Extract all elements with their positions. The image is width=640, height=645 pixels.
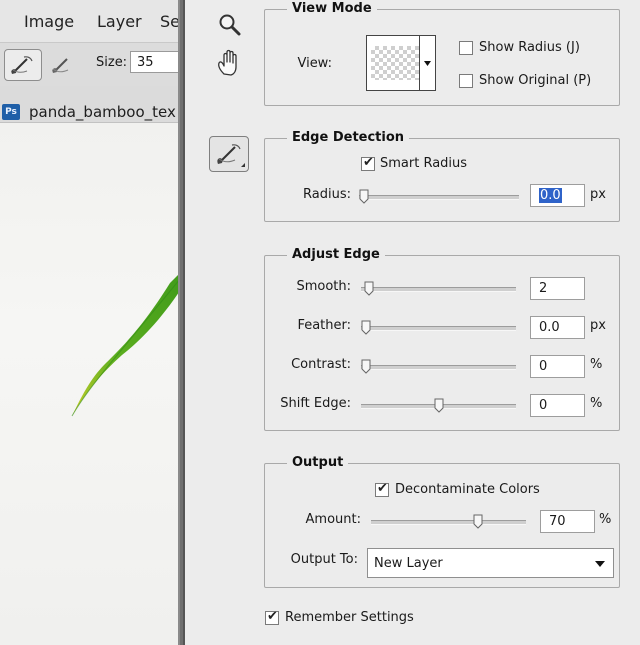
- feather-slider[interactable]: [361, 320, 516, 335]
- contrast-slider[interactable]: [361, 359, 516, 374]
- amount-slider-thumb[interactable]: [473, 514, 483, 529]
- refine-radius-brush-icon: [217, 144, 245, 167]
- menu-select[interactable]: Se: [160, 12, 180, 31]
- radius-slider[interactable]: [359, 189, 519, 204]
- view-mode-group: View Mode View: Show Radius (J) Show Ori…: [264, 1, 620, 106]
- view-mode-picker[interactable]: [366, 35, 436, 91]
- output-to-label: Output To:: [290, 552, 358, 567]
- erase-refinements-icon: [52, 58, 69, 73]
- contrast-label: Contrast:: [291, 357, 351, 372]
- contrast-unit: %: [590, 357, 603, 372]
- show-original-checkbox[interactable]: [459, 74, 473, 88]
- radius-input[interactable]: 0.0: [530, 184, 585, 207]
- refine-radius-tool-dialog-button[interactable]: [209, 136, 249, 172]
- amount-input[interactable]: 70: [540, 510, 595, 533]
- refine-radius-brush-icon: [11, 56, 33, 74]
- document-tab-title: panda_bamboo_tex: [29, 103, 176, 121]
- radius-label: Radius:: [303, 187, 351, 202]
- brush-size-label: Size:: [96, 55, 128, 70]
- decontaminate-colors-label: Decontaminate Colors: [395, 482, 540, 497]
- feather-label: Feather:: [297, 318, 351, 333]
- hand-icon[interactable]: [215, 48, 245, 78]
- feather-unit: px: [590, 318, 606, 333]
- output-group: Output ✔ Decontaminate Colors Amount: 70…: [264, 455, 620, 588]
- shift-edge-slider-thumb[interactable]: [434, 398, 444, 413]
- checkmark-icon: ✔: [363, 155, 374, 170]
- edge-detection-legend: Edge Detection: [287, 130, 410, 145]
- photoshop-window: Image Layer Se Size: 35 Ps panda_bamboo_…: [0, 0, 185, 645]
- chevron-down-icon: [595, 561, 605, 567]
- radius-unit: px: [590, 187, 606, 202]
- smooth-label: Smooth:: [296, 279, 351, 294]
- document-tab[interactable]: Ps panda_bamboo_tex: [0, 86, 185, 123]
- refine-edge-dialog: View Mode View: Show Radius (J) Show Ori…: [185, 0, 640, 645]
- view-mode-dropdown[interactable]: [419, 36, 435, 90]
- contrast-slider-thumb[interactable]: [361, 359, 371, 374]
- photoshop-file-icon: Ps: [2, 104, 20, 120]
- remember-settings-checkbox[interactable]: ✔: [265, 609, 279, 625]
- adjust-edge-group: Adjust Edge Smooth: 2 Feather: 0.0 px Co…: [264, 247, 620, 431]
- amount-label: Amount:: [305, 512, 361, 527]
- amount-slider[interactable]: [371, 514, 526, 529]
- zoom-icon[interactable]: [217, 12, 243, 38]
- options-bar: Size: 35: [0, 42, 185, 88]
- refine-radius-tool-button[interactable]: [4, 49, 42, 81]
- radius-slider-thumb[interactable]: [359, 189, 369, 204]
- erase-refinements-tool-button[interactable]: [44, 49, 82, 81]
- dropdown-arrow-icon: [424, 61, 431, 66]
- remember-settings-label: Remember Settings: [285, 610, 414, 625]
- shift-edge-slider[interactable]: [361, 398, 516, 413]
- smooth-slider-thumb[interactable]: [364, 281, 374, 296]
- amount-unit: %: [599, 512, 612, 527]
- show-original-label: Show Original (P): [479, 73, 592, 88]
- smart-radius-checkbox[interactable]: ✔: [361, 155, 375, 171]
- smooth-slider[interactable]: [361, 281, 516, 296]
- view-mode-legend: View Mode: [287, 1, 377, 16]
- feather-slider-thumb[interactable]: [361, 320, 371, 335]
- bamboo-leaf-image: [71, 268, 185, 417]
- adjust-edge-legend: Adjust Edge: [287, 247, 385, 262]
- brush-size-input[interactable]: 35: [130, 51, 182, 73]
- edge-detection-group: Edge Detection ✔ Smart Radius Radius: 0.…: [264, 130, 620, 222]
- menu-bar: Image Layer Se: [0, 0, 185, 42]
- decontaminate-colors-checkbox[interactable]: ✔: [375, 481, 389, 497]
- view-mode-preview: [371, 46, 419, 80]
- output-to-select[interactable]: New Layer: [367, 548, 614, 578]
- radius-value: 0.0: [539, 188, 562, 203]
- feather-input[interactable]: 0.0: [530, 316, 585, 339]
- output-legend: Output: [287, 455, 349, 470]
- document-canvas[interactable]: [0, 123, 185, 645]
- smooth-input[interactable]: 2: [530, 277, 585, 300]
- shift-edge-label: Shift Edge:: [280, 396, 351, 411]
- smart-radius-label: Smart Radius: [380, 156, 468, 171]
- checkmark-icon: ✔: [267, 609, 278, 624]
- output-to-value: New Layer: [374, 556, 443, 571]
- menu-image[interactable]: Image: [24, 12, 74, 31]
- show-radius-label: Show Radius (J): [479, 40, 580, 55]
- contrast-input[interactable]: 0: [530, 355, 585, 378]
- show-radius-checkbox[interactable]: [459, 41, 473, 55]
- menu-layer[interactable]: Layer: [97, 12, 142, 31]
- view-label: View:: [297, 56, 332, 71]
- shift-edge-input[interactable]: 0: [530, 394, 585, 417]
- checkmark-icon: ✔: [377, 481, 388, 496]
- panel-divider: [178, 0, 185, 645]
- shift-edge-unit: %: [590, 396, 603, 411]
